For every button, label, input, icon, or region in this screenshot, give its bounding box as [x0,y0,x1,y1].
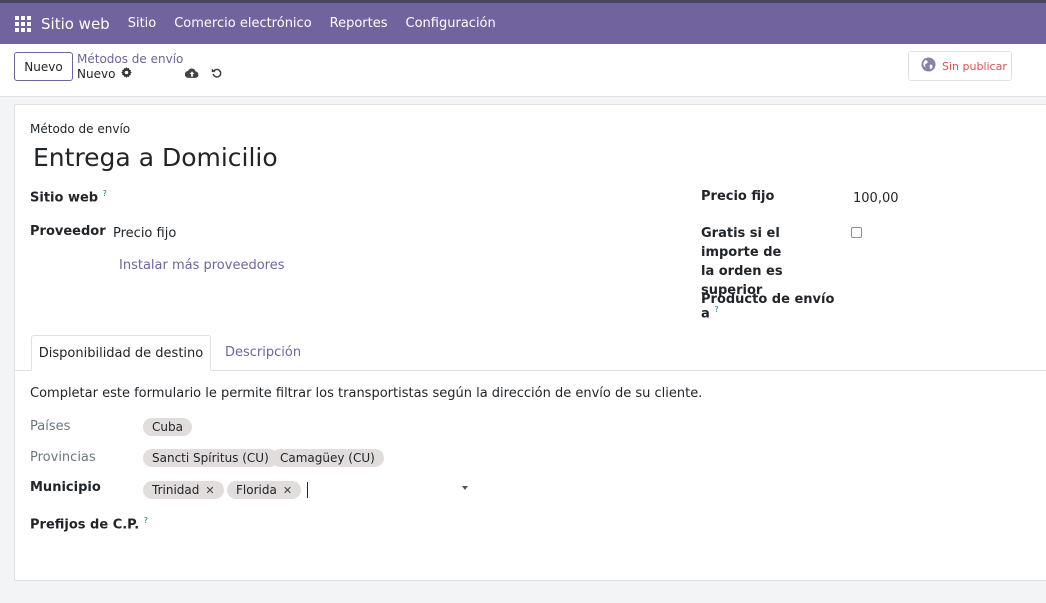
name-field-input[interactable]: Entrega a Domicilio [33,143,278,172]
municipality-label: Municipio [30,480,101,495]
zip-prefixes-label: Prefijos de C.P. ? [30,516,149,533]
top-navbar: Sitio web Sitio Comercio electrónico Rep… [0,0,1046,44]
provider-select[interactable]: Precio fijo [113,226,176,241]
free-over-checkbox[interactable] [851,227,862,238]
control-panel: Nuevo Métodos de envío Nuevo Sin publica… [0,44,1046,97]
menu-sitio[interactable]: Sitio [128,16,157,31]
gear-icon[interactable] [121,67,132,81]
tab-destination-availability[interactable]: Disponibilidad de destino [31,335,211,371]
municipality-tag: Florida ✕ [227,481,302,499]
app-name[interactable]: Sitio web [41,15,110,33]
form-sheet: Método de envío Entrega a Domicilio Siti… [14,104,1046,581]
municipality-input[interactable] [307,482,308,498]
remove-tag-icon[interactable]: ✕ [205,484,214,497]
menu-reportes[interactable]: Reportes [330,16,388,31]
countries-label: Países [30,419,71,434]
remove-tag-icon[interactable]: ✕ [283,484,292,497]
municipality-tag: Trinidad ✕ [143,481,224,499]
provider-field-label: Proveedor [30,224,106,239]
undo-icon[interactable] [211,66,223,83]
tab-description[interactable]: Descripción [225,345,301,360]
fixed-price-label: Precio fijo [701,189,775,204]
install-providers-link[interactable]: Instalar más proveedores [119,258,285,273]
globe-icon [921,56,936,76]
shipping-product-label: Producto de envío [701,292,835,307]
help-tooltip-icon[interactable]: ? [144,516,148,525]
chevron-down-icon[interactable] [462,486,468,490]
states-label: Provincias [30,450,96,465]
cloud-upload-icon[interactable] [184,68,199,83]
new-button[interactable]: Nuevo [14,52,73,81]
name-field-label: Método de envío [30,122,131,136]
breadcrumb-current: Nuevo [77,67,116,81]
menu-comercio-electronico[interactable]: Comercio electrónico [174,16,311,31]
menu-configuracion[interactable]: Configuración [406,16,496,31]
website-field-label: Sitio web ? [30,189,107,206]
help-tooltip-icon[interactable]: ? [103,189,107,198]
fixed-price-input[interactable]: 100,00 [853,191,899,206]
breadcrumb-parent[interactable]: Métodos de envío [77,52,183,66]
apps-grid-icon[interactable] [15,15,31,32]
state-tag: Sancti Spíritus (CU) [143,449,278,467]
country-tag: Cuba [143,418,192,436]
state-tag: Camagüey (CU) [271,449,384,467]
free-over-label: Gratis si el importe de la orden es supe… [701,226,783,322]
destination-intro-text: Completar este formulario le permite fil… [30,386,703,401]
publish-label: Sin publicar [942,59,1007,73]
publish-toggle-button[interactable]: Sin publicar [908,51,1012,81]
